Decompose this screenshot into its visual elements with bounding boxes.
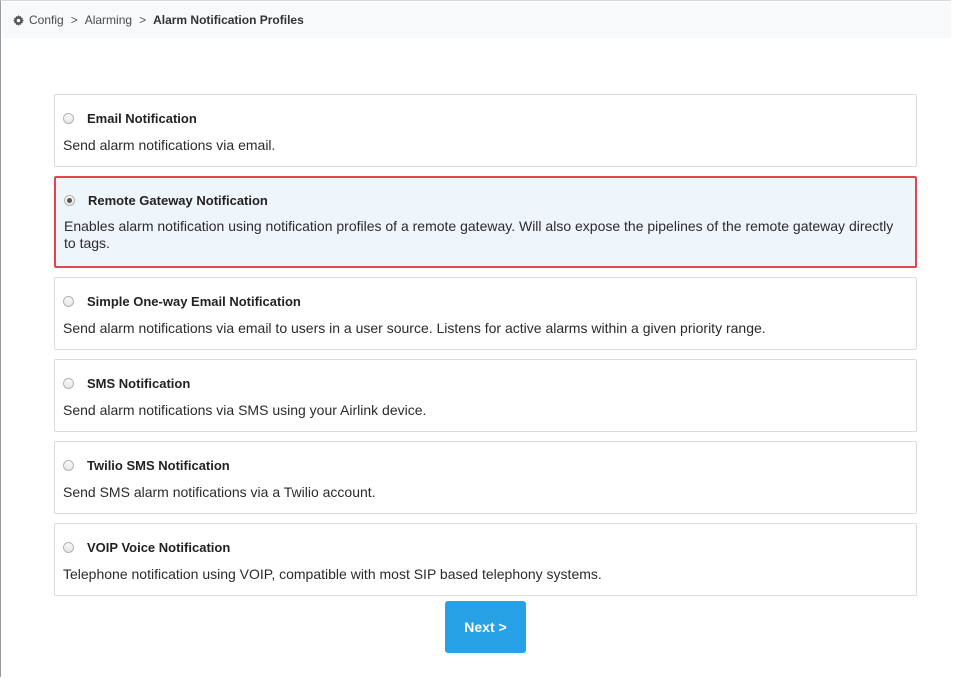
breadcrumb-separator: >	[70, 13, 78, 27]
option-description: Send alarm notifications via SMS using y…	[63, 402, 427, 418]
radio-button-selected[interactable]	[64, 194, 75, 206]
radio-button[interactable]	[63, 459, 74, 471]
breadcrumb-separator: >	[139, 13, 147, 27]
radio-button[interactable]	[63, 541, 74, 553]
option-description: Send alarm notifications via email.	[63, 137, 276, 153]
option-title: SMS Notification	[87, 375, 191, 391]
page-frame: Config > Alarming > Alarm Notification P…	[0, 0, 951, 677]
breadcrumb: Config > Alarming > Alarm Notification P…	[2, 2, 951, 38]
breadcrumb-config-link[interactable]: Config	[29, 13, 64, 27]
option-title: Remote Gateway Notification	[88, 192, 268, 208]
radio-button[interactable]	[63, 295, 74, 307]
option-sms-notification[interactable]: SMS Notification Send alarm notification…	[54, 359, 917, 432]
radio-button[interactable]	[63, 377, 74, 389]
option-description: Send alarm notifications via email to us…	[63, 320, 766, 336]
option-title: Simple One-way Email Notification	[87, 293, 301, 309]
profile-type-options: Email Notification Send alarm notificati…	[54, 94, 917, 605]
option-description: Telephone notification using VOIP, compa…	[63, 566, 602, 582]
option-description: Enables alarm notification using notific…	[64, 218, 894, 251]
option-remote-gateway-notification[interactable]: Remote Gateway Notification Enables alar…	[54, 176, 917, 268]
breadcrumb-alarming-link[interactable]: Alarming	[85, 13, 132, 27]
next-button[interactable]: Next >	[445, 601, 526, 653]
option-title: Email Notification	[87, 110, 197, 126]
option-twilio-sms-notification[interactable]: Twilio SMS Notification Send SMS alarm n…	[54, 441, 917, 514]
option-voip-voice-notification[interactable]: VOIP Voice Notification Telephone notifi…	[54, 523, 917, 596]
option-title: VOIP Voice Notification	[87, 539, 231, 555]
breadcrumb-current: Alarm Notification Profiles	[153, 13, 304, 27]
radio-button[interactable]	[63, 112, 74, 124]
option-title: Twilio SMS Notification	[87, 457, 230, 473]
gear-icon	[13, 14, 24, 26]
option-description: Send SMS alarm notifications via a Twili…	[63, 484, 376, 500]
option-simple-one-way-email-notification[interactable]: Simple One-way Email Notification Send a…	[54, 277, 917, 350]
option-email-notification[interactable]: Email Notification Send alarm notificati…	[54, 94, 917, 167]
